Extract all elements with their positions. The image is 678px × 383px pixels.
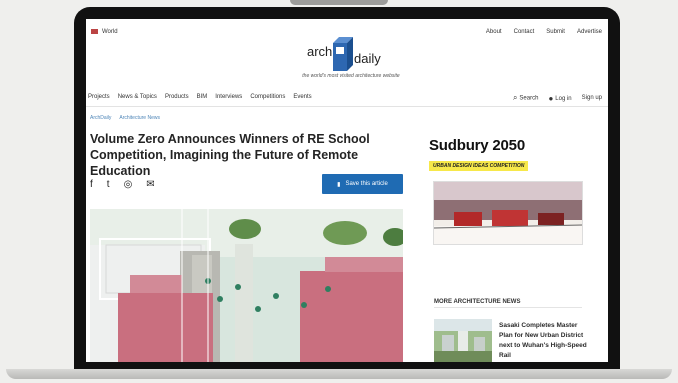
archdaily-logo[interactable]: arch daily — [307, 37, 407, 71]
login-button[interactable]: ● Log in — [548, 94, 571, 103]
submit-link[interactable]: Submit — [546, 29, 565, 35]
logo-block-icon — [333, 37, 353, 71]
nav-interviews[interactable]: Interviews — [215, 94, 242, 100]
section-divider — [434, 307, 582, 308]
nav-news-topics[interactable]: News & Topics — [118, 94, 157, 100]
facebook-icon[interactable]: f — [90, 179, 93, 190]
bookmark-icon: ▮ — [337, 181, 341, 188]
news-item[interactable]: Sasaki Completes Master Plan for New Urb… — [434, 319, 587, 362]
nav-actions: ⌕ Search ● Log in Sign up — [513, 93, 602, 103]
nav-bim[interactable]: BIM — [197, 94, 208, 100]
search-button[interactable]: ⌕ Search — [513, 93, 539, 103]
breadcrumb: ArchDaily Architecture News — [90, 115, 160, 121]
nav-projects[interactable]: Projects — [88, 94, 110, 100]
signup-link[interactable]: Sign up — [582, 95, 602, 101]
tagline: the world's most visited architecture we… — [302, 73, 400, 79]
ad-image[interactable] — [433, 181, 583, 245]
article-title: Volume Zero Announces Winners of RE Scho… — [90, 132, 370, 178]
laptop-notch — [290, 0, 388, 5]
nav-competitions[interactable]: Competitions — [250, 94, 285, 100]
logo-text-daily: daily — [354, 51, 381, 66]
more-architecture-news-heading: MORE ARCHITECTURE NEWS — [434, 299, 521, 305]
region-label: World — [102, 29, 118, 36]
login-label: Log in — [555, 95, 572, 102]
nav-items: Projects News & Topics Products BIM Inte… — [88, 94, 312, 100]
pinterest-icon[interactable]: ◎ — [124, 179, 133, 190]
about-link[interactable]: About — [486, 29, 502, 35]
browser-screen: World About Contact Submit Advertise arc… — [86, 19, 608, 362]
user-icon: ● — [548, 93, 554, 103]
nav-events[interactable]: Events — [293, 94, 311, 100]
save-article-label: Save this article — [345, 181, 388, 187]
advertise-link[interactable]: Advertise — [577, 29, 602, 35]
search-label: Search — [519, 95, 539, 102]
email-icon[interactable]: ✉ — [146, 179, 154, 190]
page-background: World About Contact Submit Advertise arc… — [0, 0, 678, 383]
laptop-base — [6, 369, 672, 379]
search-icon: ⌕ — [512, 93, 518, 102]
laptop-frame: World About Contact Submit Advertise arc… — [74, 7, 620, 373]
news-item-title[interactable]: Sasaki Completes Master Plan for New Urb… — [499, 321, 587, 361]
ad-title: Sudbury 2050 — [429, 137, 525, 154]
breadcrumb-archdaily[interactable]: ArchDaily — [90, 115, 111, 121]
twitter-icon[interactable]: t — [107, 179, 110, 190]
share-row: f t ◎ ✉ — [90, 179, 155, 190]
main-nav: Projects News & Topics Products BIM Inte… — [86, 88, 608, 107]
logo-text-arch: arch — [307, 44, 333, 59]
save-article-button[interactable]: ▮ Save this article — [322, 174, 403, 194]
nav-products[interactable]: Products — [165, 94, 189, 100]
flag-icon — [91, 29, 98, 34]
contact-link[interactable]: Contact — [514, 29, 535, 35]
region-selector[interactable]: World — [91, 29, 118, 35]
breadcrumb-architecture-news[interactable]: Architecture News — [119, 115, 160, 121]
article-hero-image — [90, 209, 403, 362]
top-links: About Contact Submit Advertise — [486, 29, 602, 35]
ad-subtitle: URBAN DESIGN IDEAS COMPETITION — [429, 161, 529, 171]
competition-ad[interactable]: Sudbury 2050 URBAN DESIGN IDEAS COMPETIT… — [429, 137, 579, 176]
news-thumbnail[interactable] — [434, 319, 492, 362]
